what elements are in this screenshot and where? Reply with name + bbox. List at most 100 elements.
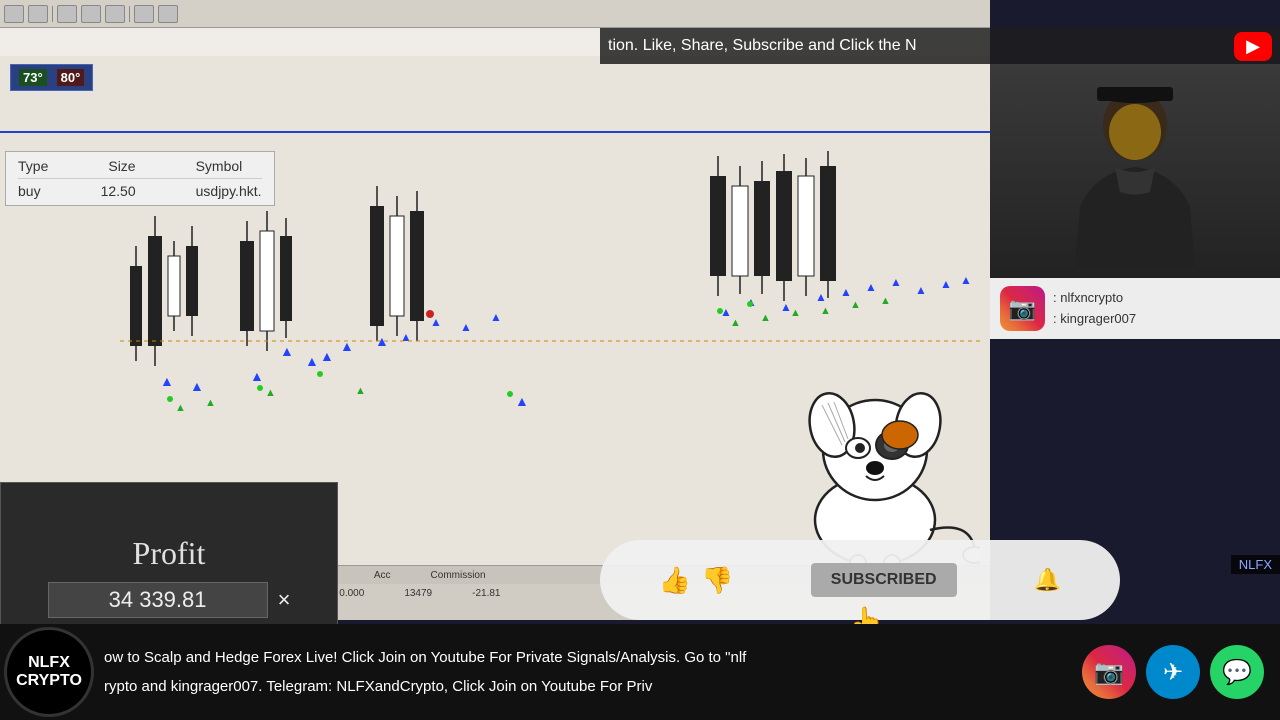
green-arrow-6: ▲ [760,312,771,324]
instagram-handle-1: : nlfxncrypto [1053,288,1136,309]
whatsapp-social-icon[interactable]: 💬 [1210,645,1264,699]
toolbar-btn-2[interactable] [28,5,48,23]
th-acc: Acc [374,570,391,581]
green-arrow-1: ▲ [175,402,186,414]
social-icons-group: 📷 ✈ 💬 [1066,645,1280,699]
notification-bell-icon[interactable]: 🔔 [1034,567,1061,593]
instagram-icon: 📷 [1009,296,1036,322]
candle-12 [732,186,748,276]
green-dot-6 [747,301,753,307]
ticker-line-1: ow to Scalp and Hedge Forex Live! Click … [94,643,1066,672]
green-dot-3 [317,371,323,377]
temp-high: 80° [57,69,85,86]
green-arrow-3: ▲ [265,387,276,399]
presenter-video [990,64,1280,279]
youtube-button[interactable]: ▶ [1234,32,1272,61]
toolbar-btn-4[interactable] [81,5,101,23]
candle-5 [240,241,254,331]
profit-close-button[interactable]: × [278,587,291,613]
webcam-feed [990,64,1280,279]
arrow-9: ▲ [400,330,412,344]
candle-14 [776,171,792,281]
arrow-2: ▲ [190,378,204,394]
arrow-17: ▲ [815,290,827,304]
green-dot-5 [717,308,723,314]
subscribed-button[interactable]: SUBSCRIBED [811,563,957,597]
col-type-header: Type [18,158,48,174]
notification-text: tion. Like, Share, Subscribe and Click t… [608,37,917,55]
notification-banner: tion. Like, Share, Subscribe and Click t… [600,28,1280,64]
arrow-6: ▲ [320,348,334,364]
instagram-handle-2: : kingrager007 [1053,309,1136,330]
col-size-header: Size [108,158,135,174]
price-level-line [0,131,990,133]
red-dot-1 [426,310,434,318]
toolbar-btn-7[interactable] [158,5,178,23]
instagram-info-panel: 📷 : nlfxncrypto : kingrager007 [990,278,1280,339]
instagram-social-icon[interactable]: 📷 [1082,645,1136,699]
youtube-play-icon: ▶ [1246,36,1260,57]
green-arrow-2: ▲ [205,397,216,409]
arrow-4: ▲ [280,343,294,359]
trade-header-row: Type Size Symbol [18,158,262,179]
arrow-18: ▲ [840,285,852,299]
profit-input-field[interactable] [48,582,268,618]
trade-info-panel: Type Size Symbol buy 12.50 usdjpy.hkt. [5,151,275,206]
thumbs-up-icon[interactable]: 👍 [659,565,691,596]
trade-type-val: buy [18,183,41,199]
arrow-21: ▲ [915,283,927,297]
candle-16 [820,166,836,281]
trade-data-row: buy 12.50 usdjpy.hkt. [18,179,262,199]
green-dot-2 [257,385,263,391]
arrow-23: ▲ [960,273,972,287]
arrow-7: ▲ [340,338,354,354]
ticker-tape: ow to Scalp and Hedge Forex Live! Click … [94,624,1066,720]
status-bar: NLFX CRYPTO ow to Scalp and Hedge Forex … [0,624,1280,720]
green-arrow-9: ▲ [850,299,861,311]
instagram-logo: 📷 [1000,286,1045,331]
toolbar [0,0,990,28]
nlfx-logo: NLFX CRYPTO [4,627,94,717]
td-commission: -21.81 [472,588,500,599]
ticker-line-2: rypto and kingrager007. Telegram: NLFXan… [94,672,1066,701]
profit-label: Profit [133,535,206,572]
candle-10 [410,211,424,321]
toolbar-sep-1 [52,6,53,22]
candle-4 [186,246,198,316]
toolbar-sep-2 [129,6,130,22]
green-arrow-10: ▲ [880,295,891,307]
td-acc: 13479 [404,588,432,599]
candle-8 [370,206,384,326]
candle-7 [280,236,292,321]
green-arrow-7: ▲ [790,307,801,319]
presenter-silhouette [1035,77,1235,267]
toolbar-btn-1[interactable] [4,5,24,23]
vote-buttons: 👍 👎 [659,565,734,596]
arrow-11: ▲ [460,320,472,334]
subscribe-bar: 👍 👎 SUBSCRIBED 🔔 👆 [600,540,1120,620]
arrow-3: ▲ [250,368,264,384]
toolbar-btn-5[interactable] [105,5,125,23]
candle-3 [168,256,180,316]
temperature-widget: 73° 80° [10,64,93,91]
arrow-13: ▲ [515,393,529,409]
toolbar-btn-3[interactable] [57,5,77,23]
instagram-handles: : nlfxncrypto : kingrager007 [1053,288,1136,330]
candle-11 [710,176,726,276]
telegram-social-icon[interactable]: ✈ [1146,645,1200,699]
nlfx-tag: NLFX [1231,555,1280,574]
candle-9 [390,216,404,316]
candle-2 [148,236,162,346]
th-commission: Commission [431,570,486,581]
toolbar-btn-6[interactable] [134,5,154,23]
arrow-20: ▲ [890,275,902,289]
candle-13 [754,181,770,276]
arrow-12: ▲ [490,310,502,324]
thumbs-down-icon[interactable]: 👎 [701,565,733,596]
profit-input-row: × [48,582,291,618]
arrow-19: ▲ [865,280,877,294]
green-arrow-5: ▲ [730,317,741,329]
arrow-22: ▲ [940,277,952,291]
green-arrow-4: ▲ [355,385,366,397]
arrow-1: ▲ [160,373,174,389]
